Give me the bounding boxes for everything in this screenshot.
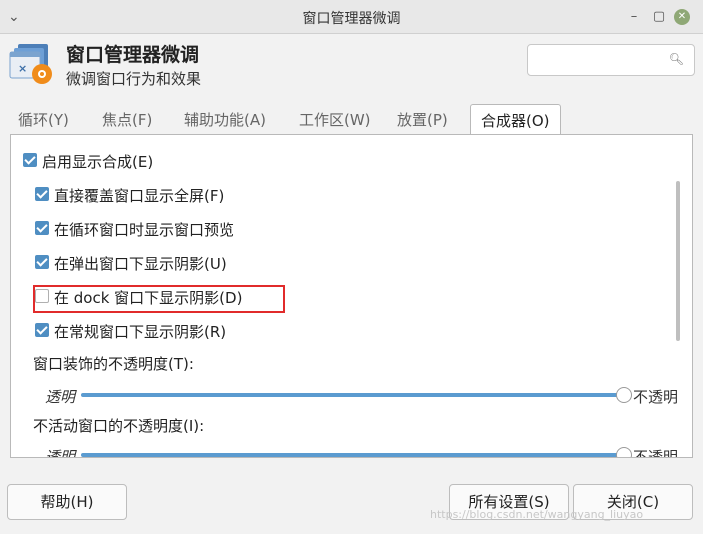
svg-text:×: × [18, 62, 27, 75]
tab-focus[interactable]: 焦点(F) [92, 104, 162, 134]
header-subtitle: 微调窗口行为和效果 [66, 70, 202, 88]
maximize-icon[interactable]: ▢ [651, 9, 667, 25]
tab-bar: 循环(Y) 焦点(F) 辅助功能(A) 工作区(W) 放置(P) 合成器(O) [6, 104, 696, 135]
tab-cycling[interactable]: 循环(Y) [8, 104, 79, 134]
inactive-opacity-label: 不活动窗口的不透明度(I): [33, 417, 205, 435]
scrollbar[interactable] [676, 181, 680, 341]
tab-placement[interactable]: 放置(P) [387, 104, 458, 134]
tab-accessibility[interactable]: 辅助功能(A) [174, 104, 276, 134]
help-button[interactable]: 帮助(H) [7, 484, 127, 520]
compositor-panel: 启用显示合成(E) 直接覆盖窗口显示全屏(F) 在循环窗口时显示窗口预览 在弹出… [10, 134, 693, 458]
checkbox-checked-icon[interactable] [35, 255, 49, 269]
window-title: 窗口管理器微调 [302, 11, 401, 27]
title-bar: ⌄ 窗口管理器微调 – ▢ ✕ [0, 0, 703, 34]
slider-track[interactable] [81, 453, 623, 457]
tab-workspace[interactable]: 工作区(W) [289, 104, 381, 134]
decor-opacity-label: 窗口装饰的不透明度(T): [33, 355, 194, 373]
inactive-opacity-slider[interactable]: 透明 不透明 [33, 444, 683, 457]
header-title: 窗口管理器微调 [66, 44, 200, 66]
decor-opacity-slider[interactable]: 透明 不透明 [33, 384, 683, 406]
dialog-header: × 窗口管理器微调 微调窗口行为和效果 🔍︎ [0, 34, 703, 100]
checkbox-checked-icon[interactable] [35, 221, 49, 235]
slider-handle[interactable] [616, 447, 632, 457]
slider-handle[interactable] [616, 387, 632, 403]
watermark: https://blog.csdn.net/wangyang_liuyao [430, 508, 644, 521]
slider-track[interactable] [81, 393, 623, 397]
search-input[interactable]: 🔍︎ [527, 44, 695, 76]
window-manager-tweaks-icon: × [9, 44, 52, 84]
checkbox-checked-icon[interactable] [35, 323, 49, 337]
minimize-icon[interactable]: – [626, 9, 642, 25]
checkbox-checked-icon[interactable] [35, 187, 49, 201]
close-icon[interactable]: ✕ [674, 9, 690, 25]
annotation-highlight-box [33, 285, 285, 313]
search-icon: 🔍︎ [668, 52, 684, 66]
tab-compositor[interactable]: 合成器(O) [470, 104, 561, 135]
checkbox-checked-icon[interactable] [23, 153, 37, 167]
